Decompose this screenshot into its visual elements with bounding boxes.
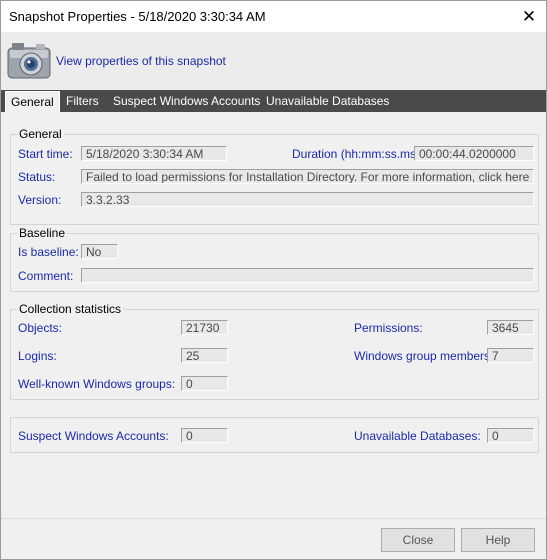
- general-group: General Start time: 5/18/2020 3:30:34 AM…: [10, 127, 539, 225]
- duration-value: 00:00:44.0200000: [414, 146, 534, 161]
- view-properties-link[interactable]: View properties of this snapshot: [56, 54, 226, 68]
- well-known-windows-groups-label: Well-known Windows groups:: [18, 377, 176, 391]
- baseline-group: Baseline Is baseline: No Comment:: [10, 226, 539, 292]
- close-button[interactable]: Close: [381, 528, 455, 552]
- tab-strip: General Filters Suspect Windows Accounts…: [1, 90, 546, 112]
- comment-label: Comment:: [18, 269, 74, 283]
- baseline-legend: Baseline: [17, 226, 68, 240]
- start-time-value: 5/18/2020 3:30:34 AM: [81, 146, 227, 161]
- permissions-label: Permissions:: [354, 321, 423, 335]
- collection-statistics-legend: Collection statistics: [17, 302, 124, 316]
- collection-statistics-group: Collection statistics Objects: 21730 Per…: [10, 302, 539, 400]
- windows-group-members-value: 7: [487, 348, 534, 363]
- duration-label: Duration (hh:mm:ss.ms):: [292, 147, 424, 161]
- start-time-label: Start time:: [18, 147, 73, 161]
- unavailable-databases-label: Unavailable Databases:: [354, 429, 481, 443]
- is-baseline-label: Is baseline:: [18, 245, 79, 259]
- logins-label: Logins:: [18, 349, 57, 363]
- title-bar: Snapshot Properties - 5/18/2020 3:30:34 …: [1, 1, 546, 32]
- tab-suspect-windows-accounts[interactable]: Suspect Windows Accounts: [113, 90, 260, 112]
- tab-unavailable-databases[interactable]: Unavailable Databases: [266, 90, 389, 112]
- version-value: 3.3.2.33: [81, 192, 534, 207]
- tab-general[interactable]: General: [5, 91, 60, 112]
- window-title: Snapshot Properties - 5/18/2020 3:30:34 …: [9, 9, 266, 24]
- suspect-unavailable-group: Suspect Windows Accounts: 0 Unavailable …: [10, 417, 539, 453]
- header-banner: View properties of this snapshot: [1, 32, 546, 90]
- dialog-footer: Close Help: [1, 518, 546, 559]
- close-icon[interactable]: ✕: [512, 1, 546, 32]
- objects-label: Objects:: [18, 321, 63, 335]
- version-label: Version:: [18, 193, 62, 207]
- permissions-value: 3645: [487, 320, 534, 335]
- objects-value: 21730: [181, 320, 228, 335]
- unavailable-databases-value: 0: [487, 428, 534, 443]
- windows-group-members-label: Windows group members:: [354, 349, 494, 363]
- suspect-windows-accounts-value: 0: [181, 428, 228, 443]
- help-button[interactable]: Help: [461, 528, 535, 552]
- comment-value: [81, 268, 534, 283]
- logins-value: 25: [181, 348, 228, 363]
- general-legend: General: [17, 127, 64, 141]
- is-baseline-value: No: [81, 244, 118, 259]
- well-known-windows-groups-value: 0: [181, 376, 228, 391]
- status-label: Status:: [18, 170, 56, 184]
- snapshot-properties-dialog: Snapshot Properties - 5/18/2020 3:30:34 …: [0, 0, 547, 560]
- status-value: Failed to load permissions for Installat…: [81, 169, 534, 184]
- suspect-windows-accounts-label: Suspect Windows Accounts:: [18, 429, 169, 443]
- camera-icon: [7, 43, 51, 79]
- tab-filters[interactable]: Filters: [66, 90, 99, 112]
- tab-content: General Start time: 5/18/2020 3:30:34 AM…: [1, 112, 546, 518]
